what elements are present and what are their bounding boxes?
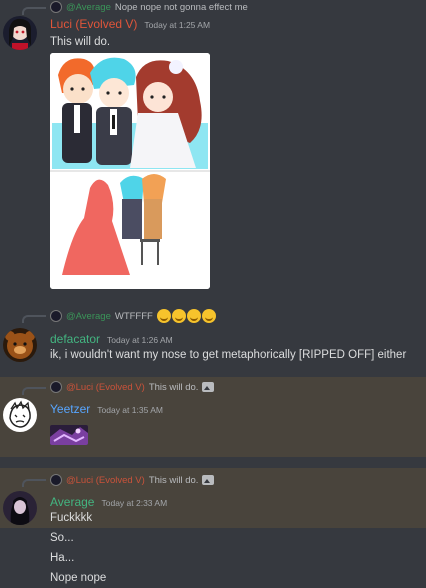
user-avatar[interactable]	[3, 491, 37, 525]
image-icon	[202, 475, 215, 485]
message-text: This will do.	[50, 36, 111, 48]
reply-username[interactable]: @Average	[66, 2, 111, 13]
message-text: Nope nope	[50, 572, 107, 584]
reply-preview[interactable]: @Luci (Evolved V) This will do.	[50, 473, 215, 487]
message-text: ik, i wouldn't want my nose to get metap…	[50, 349, 407, 361]
reply-text: WTFFFF	[114, 310, 153, 322]
mini-avatar-icon	[50, 310, 62, 322]
reply-text: This will do.	[148, 381, 199, 393]
username[interactable]: defacator	[50, 332, 100, 346]
reply-text: Nope nope not gonna effect me	[114, 1, 248, 13]
timestamp: Today at 2:33 AM	[101, 498, 168, 508]
reply-username[interactable]: @Luci (Evolved V)	[66, 382, 145, 393]
timestamp: Today at 1:26 AM	[107, 335, 173, 345]
message-item: @Average WTFFFF defacator Today at 1:26 …	[0, 308, 426, 370]
message-text: Fuckkkk	[50, 512, 93, 524]
reply-text: This will do.	[148, 474, 199, 486]
wedding-drawing-image	[50, 53, 210, 289]
message-text: So...	[50, 532, 74, 544]
message-item: @Average Nope nope not gonna effect me L…	[0, 0, 426, 300]
image-icon	[202, 382, 215, 392]
dark-hair-avatar-icon	[3, 16, 37, 50]
username[interactable]: Luci (Evolved V)	[50, 17, 137, 31]
reply-username[interactable]: @Average	[66, 311, 111, 322]
username[interactable]: Yeetzer	[50, 402, 90, 416]
mini-avatar-icon	[50, 381, 62, 393]
bear-avatar-icon	[3, 328, 37, 362]
timestamp: Today at 1:25 AM	[144, 20, 211, 30]
reply-spine	[22, 387, 46, 395]
user-avatar[interactable]	[3, 16, 37, 50]
mini-avatar-icon	[50, 474, 62, 486]
reply-preview[interactable]: @Luci (Evolved V) This will do.	[50, 380, 215, 394]
user-avatar[interactable]	[3, 328, 37, 362]
reply-spine	[22, 315, 46, 323]
reply-spine	[22, 7, 46, 15]
username[interactable]: Average	[50, 495, 94, 509]
reply-spine	[22, 479, 46, 487]
purple-image-thumbnail	[50, 425, 88, 445]
message-text: Ha...	[50, 552, 75, 564]
sketch-face-avatar-icon	[3, 398, 37, 432]
message-item: @Luci (Evolved V) This will do. Average …	[0, 468, 426, 588]
crying-laughing-emoji-icon	[156, 309, 217, 323]
small-image-attachment[interactable]	[50, 425, 88, 445]
reply-preview[interactable]: @Average WTFFFF	[50, 309, 217, 323]
reply-preview[interactable]: @Average Nope nope not gonna effect me	[50, 0, 248, 14]
reply-username[interactable]: @Luci (Evolved V)	[66, 475, 145, 486]
timestamp: Today at 1:35 AM	[97, 405, 163, 415]
image-attachment[interactable]	[50, 53, 210, 289]
mini-avatar-icon	[50, 1, 62, 13]
dark-figure-avatar-icon	[3, 491, 37, 525]
message-item: @Luci (Evolved V) This will do. Yeetzer …	[0, 377, 426, 457]
user-avatar[interactable]	[3, 398, 37, 432]
